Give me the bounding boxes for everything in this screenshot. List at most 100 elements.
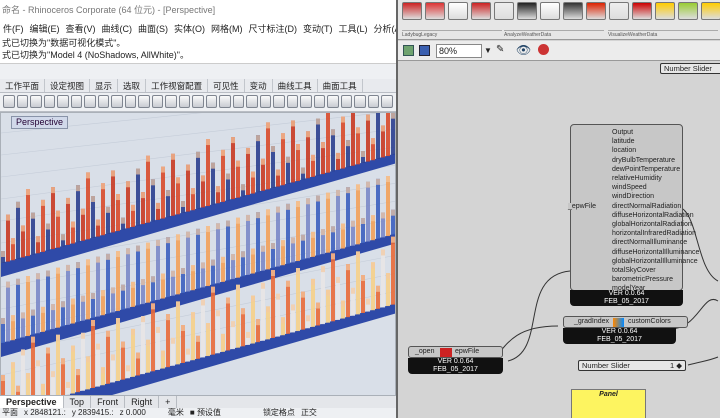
epw-output[interactable]: Output bbox=[612, 128, 699, 137]
gradient-colors-component[interactable]: _gradIndex customColors bbox=[563, 316, 688, 328]
toolbar-tab[interactable]: 曲线工具 bbox=[273, 79, 318, 92]
viewport-tab[interactable]: Front bbox=[91, 396, 126, 408]
number-slider-top[interactable]: Number Slider bbox=[660, 63, 720, 74]
ribbon-component-icon[interactable] bbox=[402, 2, 422, 20]
viewport-tab[interactable]: Right bbox=[125, 396, 160, 408]
grad-index-input[interactable]: _gradIndex bbox=[574, 317, 609, 327]
number-slider-bottom[interactable]: Number Slider 1 ◆ bbox=[578, 360, 686, 371]
epw-output[interactable]: windDirection bbox=[612, 192, 699, 201]
ribbon-component-icon[interactable] bbox=[448, 2, 468, 20]
epw-output[interactable]: location bbox=[612, 146, 699, 155]
slider-value[interactable]: 1 ◆ bbox=[670, 361, 682, 370]
tool-icon[interactable] bbox=[3, 95, 15, 108]
viewport-title[interactable]: Perspective bbox=[11, 116, 69, 129]
tool-icon[interactable] bbox=[138, 95, 150, 108]
toolbar-tab[interactable]: 设定视图 bbox=[45, 79, 91, 92]
epw-output[interactable]: globalHorizontalRadiation bbox=[612, 220, 699, 229]
tool-icon[interactable] bbox=[232, 95, 245, 108]
open-input[interactable]: _open bbox=[415, 347, 434, 357]
menu-item[interactable]: 查看(V) bbox=[66, 21, 96, 37]
tool-icon[interactable] bbox=[30, 95, 42, 108]
epw-file-output[interactable]: epwFile bbox=[455, 347, 479, 357]
open-epw-component[interactable]: _open epwFile bbox=[408, 346, 503, 358]
epw-output[interactable]: directNormalIlluminance bbox=[612, 238, 699, 247]
tool-icon[interactable] bbox=[192, 95, 204, 108]
tool-icon[interactable] bbox=[165, 95, 177, 108]
command-prompt[interactable] bbox=[0, 63, 396, 79]
toolbar-tab[interactable]: 曲面工具 bbox=[318, 79, 363, 92]
ribbon-component-icon[interactable] bbox=[701, 2, 720, 20]
import-epw-component[interactable]: _epwFile Output latitude location dryBulbTe… bbox=[568, 124, 699, 306]
tool-icon[interactable] bbox=[111, 95, 123, 108]
ribbon-component-icon[interactable] bbox=[609, 2, 629, 20]
ribbon-component-icon[interactable] bbox=[494, 2, 514, 20]
epw-output[interactable]: barometricPressure bbox=[612, 275, 699, 284]
menu-item[interactable]: 曲线(C) bbox=[102, 21, 133, 37]
menu-item[interactable]: 尺寸标注(D) bbox=[249, 21, 298, 37]
toolbar-tab[interactable]: 可见性 bbox=[208, 79, 245, 92]
save-icon[interactable] bbox=[419, 45, 430, 56]
viewport-tab[interactable]: Top bbox=[64, 396, 92, 408]
tool-icon[interactable] bbox=[97, 95, 110, 108]
menu-item[interactable]: 曲面(S) bbox=[138, 21, 168, 37]
tool-icon[interactable] bbox=[178, 95, 191, 108]
epw-output[interactable]: directNormalRadiation bbox=[612, 202, 699, 211]
ribbon-component-icon[interactable] bbox=[678, 2, 698, 20]
folder-icon[interactable] bbox=[403, 45, 414, 56]
tool-icon[interactable] bbox=[124, 95, 137, 108]
status-ortho[interactable]: 正交 bbox=[301, 408, 317, 418]
epw-output[interactable]: diffuseHorizontalRadiation bbox=[612, 211, 699, 220]
add-viewport-tab[interactable]: + bbox=[159, 396, 178, 408]
tool-icon[interactable] bbox=[367, 95, 380, 108]
tool-icon[interactable] bbox=[70, 95, 83, 108]
tool-icon[interactable] bbox=[205, 95, 218, 108]
menu-item[interactable]: 变动(T) bbox=[303, 21, 333, 37]
ribbon-component-icon[interactable] bbox=[563, 2, 583, 20]
tool-icon[interactable] bbox=[340, 95, 353, 108]
toolbar-tab[interactable]: 显示 bbox=[90, 79, 119, 92]
viewport-tab[interactable]: Perspective bbox=[0, 396, 64, 408]
epw-output[interactable]: dewPointTemperature bbox=[612, 165, 699, 174]
zoom-dropdown-icon[interactable]: ▼ bbox=[484, 46, 492, 55]
status-cplane[interactable]: 平面 bbox=[2, 408, 18, 418]
toolbar-tab[interactable]: 选取 bbox=[118, 79, 147, 92]
panel-component[interactable]: Panel bbox=[571, 389, 646, 418]
ribbon-component-icon[interactable] bbox=[586, 2, 606, 20]
tool-icon[interactable] bbox=[259, 95, 272, 108]
tool-icon[interactable] bbox=[16, 95, 29, 108]
menu-item[interactable]: 分析(A) bbox=[374, 21, 397, 37]
epw-output[interactable]: totalSkyCover bbox=[612, 266, 699, 275]
zoom-select[interactable]: 80% bbox=[436, 44, 482, 58]
epw-output[interactable]: windSpeed bbox=[612, 183, 699, 192]
custom-colors-output[interactable]: customColors bbox=[628, 317, 671, 327]
sketch-icon[interactable]: ✎ bbox=[496, 44, 504, 55]
ribbon-component-icon[interactable] bbox=[425, 2, 445, 20]
tool-icon[interactable] bbox=[354, 95, 366, 108]
status-osnap[interactable]: 锁定格点 bbox=[263, 408, 295, 418]
menu-item[interactable]: 网格(M) bbox=[211, 21, 243, 37]
epw-output[interactable]: relativeHumidity bbox=[612, 174, 699, 183]
perspective-viewport[interactable]: Perspective bbox=[0, 112, 396, 396]
ribbon-component-icon[interactable] bbox=[655, 2, 675, 20]
tool-icon[interactable] bbox=[57, 95, 69, 108]
toolbar-tab[interactable]: 工作平面 bbox=[0, 79, 46, 92]
toolbar-tab[interactable]: 变动 bbox=[245, 79, 273, 92]
epw-file-input[interactable]: _epwFile bbox=[568, 203, 599, 210]
tool-icon[interactable] bbox=[219, 95, 231, 108]
ribbon-component-icon[interactable] bbox=[540, 2, 560, 20]
ribbon-component-icon[interactable] bbox=[517, 2, 537, 20]
tool-icon[interactable] bbox=[151, 95, 164, 108]
epw-output[interactable]: diffuseHorizontalIlluminance bbox=[612, 248, 699, 257]
menu-item[interactable]: 编辑(E) bbox=[30, 21, 60, 37]
tool-icon[interactable] bbox=[381, 95, 393, 108]
tool-icon[interactable] bbox=[286, 95, 299, 108]
status-layer[interactable]: ■ 预设值 bbox=[190, 408, 221, 418]
tool-icon[interactable] bbox=[43, 95, 56, 108]
tool-icon[interactable] bbox=[246, 95, 258, 108]
tool-icon[interactable] bbox=[273, 95, 285, 108]
epw-output[interactable]: latitude bbox=[612, 137, 699, 146]
bake-icon[interactable] bbox=[538, 44, 549, 55]
ribbon-component-icon[interactable] bbox=[471, 2, 491, 20]
menu-item[interactable]: 件(F) bbox=[3, 21, 24, 37]
tool-icon[interactable] bbox=[313, 95, 326, 108]
